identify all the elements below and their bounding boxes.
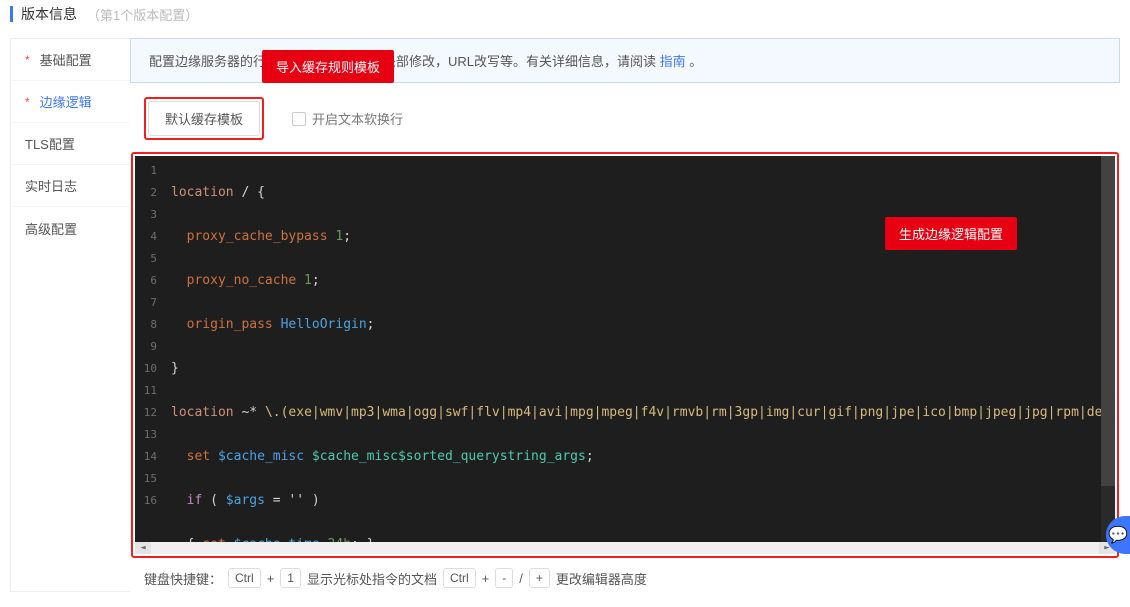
notice-text: 配置边缘服务器的行为，例如缓存策略、头部修改，URL改写等。有关详细信息，请阅读 bbox=[149, 54, 660, 69]
default-template-highlight: 默认缓存模板 bbox=[144, 97, 264, 140]
editor-highlight-frame: 12345678910111213141516 location / { pro… bbox=[131, 152, 1119, 558]
scrollbar-track[interactable] bbox=[151, 542, 1099, 554]
keyboard-shortcut-hint: 键盘快捷键： Ctrl + 1 显示光标处指令的文档 Ctrl + - / + … bbox=[130, 558, 1120, 592]
scrollbar-thumb[interactable] bbox=[1101, 156, 1115, 486]
code-editor[interactable]: 12345678910111213141516 location / { pro… bbox=[135, 156, 1115, 554]
chat-icon: 💬 bbox=[1108, 525, 1128, 545]
vertical-scrollbar[interactable] bbox=[1101, 156, 1115, 542]
sidebar: * 基础配置 * 边缘逻辑 TLS配置 实时日志 高级配置 bbox=[10, 38, 130, 592]
guide-link[interactable]: 指南 bbox=[660, 54, 686, 69]
sidebar-item-label: TLS配置 bbox=[25, 134, 75, 153]
sidebar-item-realtime-logs[interactable]: 实时日志 bbox=[11, 165, 130, 207]
checkbox-icon bbox=[292, 112, 306, 126]
editor-code[interactable]: location / { proxy_cache_bypass 1; proxy… bbox=[163, 156, 1115, 542]
footer-label: 键盘快捷键： bbox=[144, 569, 222, 588]
header-accent-bar bbox=[10, 6, 13, 22]
sidebar-item-basic[interactable]: * 基础配置 bbox=[11, 39, 130, 81]
key-1: 1 bbox=[280, 568, 301, 588]
key-minus: - bbox=[495, 568, 513, 588]
horizontal-scrollbar[interactable]: ◄ ► bbox=[135, 542, 1115, 554]
sidebar-item-advanced[interactable]: 高级配置 bbox=[11, 207, 130, 249]
required-star-icon: * bbox=[25, 53, 30, 67]
key-ctrl: Ctrl bbox=[443, 568, 476, 588]
required-star-icon: * bbox=[25, 95, 30, 109]
checkbox-label: 开启文本软换行 bbox=[312, 109, 403, 128]
notice-text-after: 。 bbox=[686, 54, 703, 69]
sidebar-item-edge-logic[interactable]: * 边缘逻辑 bbox=[11, 81, 130, 123]
page-subtitle: （第1个版本配置） bbox=[87, 5, 198, 24]
scroll-left-arrow-icon[interactable]: ◄ bbox=[135, 542, 151, 554]
default-cache-template-button[interactable]: 默认缓存模板 bbox=[148, 101, 260, 136]
sidebar-item-label: 基础配置 bbox=[40, 50, 92, 69]
footer-desc2: 更改编辑器高度 bbox=[556, 569, 647, 588]
sidebar-item-label: 实时日志 bbox=[25, 176, 77, 195]
editor-gutter: 12345678910111213141516 bbox=[135, 156, 163, 542]
sidebar-item-tls[interactable]: TLS配置 bbox=[11, 123, 130, 165]
soft-wrap-checkbox[interactable]: 开启文本软换行 bbox=[292, 109, 403, 128]
callout-generate-logic: 生成边缘逻辑配置 bbox=[885, 217, 1017, 250]
key-ctrl: Ctrl bbox=[228, 568, 261, 588]
page-title: 版本信息 bbox=[21, 4, 77, 24]
callout-import-template: 导入缓存规则模板 bbox=[262, 50, 394, 83]
footer-desc1: 显示光标处指令的文档 bbox=[307, 569, 437, 588]
sidebar-item-label: 边缘逻辑 bbox=[40, 92, 92, 111]
page-header: 版本信息 （第1个版本配置） bbox=[0, 0, 1130, 38]
editor-toolbar: 默认缓存模板 开启文本软换行 导入缓存规则模板 bbox=[130, 83, 1120, 152]
sidebar-item-label: 高级配置 bbox=[25, 219, 77, 238]
key-plus: + bbox=[529, 568, 550, 588]
